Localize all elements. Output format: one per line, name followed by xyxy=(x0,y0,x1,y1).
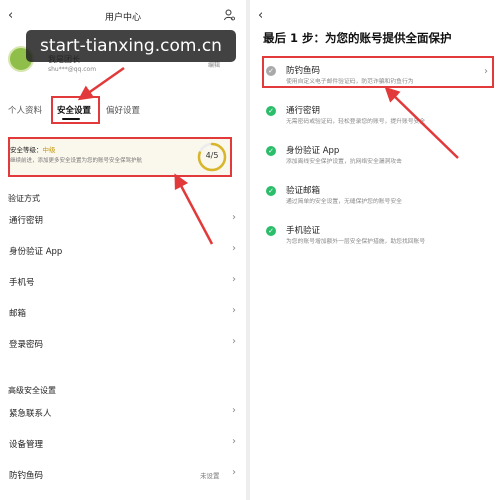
row-label: 通行密钥 xyxy=(9,216,44,226)
row-label: 登录密码 xyxy=(9,340,44,350)
chevron-right-icon: › xyxy=(232,467,236,478)
row-passkey[interactable]: 通行密钥 › xyxy=(0,205,246,235)
advanced-section-header: 高级安全设置 xyxy=(8,386,56,395)
page-title: 用户中心 xyxy=(104,13,141,23)
option-desc: 为您的账号增加额外一层安全保护措施，助您找回账号 xyxy=(286,239,426,245)
chevron-right-icon: › xyxy=(232,305,236,316)
check-mark-icon: ✓ xyxy=(268,187,274,195)
option-desc: 通过简单的安全设置，无缝保护您的账号安全 xyxy=(286,199,402,205)
tab-personal-info[interactable]: 个人资料 xyxy=(8,104,42,116)
tab-preferences[interactable]: 偏好设置 xyxy=(106,104,140,116)
user-settings-icon[interactable] xyxy=(224,9,235,24)
option-verify-email[interactable]: ✓ 验证邮箱 通过简单的安全设置，无缝保护您的账号安全 xyxy=(264,178,496,218)
option-passkey[interactable]: ✓ 通行密钥 无需密码或验证码，轻松登录您的账号，提升账号安全 xyxy=(264,98,496,138)
option-title: 验证邮箱 xyxy=(286,186,321,196)
row-emergency-contact[interactable]: 紧急联系人 › xyxy=(0,398,246,428)
option-phone-verify[interactable]: ✓ 手机验证 为您的账号增加额外一层安全保护措施，助您找回账号 xyxy=(264,218,496,258)
option-title: 手机验证 xyxy=(286,226,321,236)
chevron-right-icon: › xyxy=(232,274,236,285)
option-desc: 添加离线安全保护设置，抗网络安全漏洞攻击 xyxy=(286,159,402,165)
row-label: 设备管理 xyxy=(9,440,44,450)
check-mark-icon: ✓ xyxy=(268,227,274,235)
highlight-box-option xyxy=(262,56,494,88)
verification-section-header: 验证方式 xyxy=(8,194,40,203)
security-score: 4/5 xyxy=(205,151,219,160)
check-mark-icon: ✓ xyxy=(268,107,274,115)
watermark-banner: start-tianxing.com.cn xyxy=(26,30,236,62)
chevron-right-icon: › xyxy=(232,243,236,254)
row-anti-phishing-code[interactable]: 防钓鱼码 未设置 › xyxy=(0,460,246,490)
security-setup-screen: ‹ 最后 1 步：为您的账号提供全面保护 ✓ 防钓鱼码 使用自定义电子邮件验证码… xyxy=(250,0,498,500)
chevron-right-icon: › xyxy=(232,212,236,223)
row-email[interactable]: 邮箱 › xyxy=(0,298,246,328)
setup-title: 最后 1 步：为您的账号提供全面保护 xyxy=(263,31,452,45)
row-label: 身份验证 App xyxy=(9,247,63,257)
row-label: 防钓鱼码 xyxy=(9,471,44,481)
back-chevron-icon[interactable]: ‹ xyxy=(258,8,263,23)
row-label: 手机号 xyxy=(9,278,35,288)
check-mark-icon: ✓ xyxy=(268,147,274,155)
security-level-desc: 继续前进，添加更多安全设置为您的账号安全保驾护航 xyxy=(10,158,143,164)
chevron-right-icon: › xyxy=(232,336,236,347)
option-desc: 无需密码或验证码，轻松登录您的账号，提升账号安全 xyxy=(286,119,426,125)
row-phone[interactable]: 手机号 › xyxy=(0,267,246,297)
option-title: 身份验证 App xyxy=(286,146,340,156)
security-level-text: 安全等级：中级 xyxy=(10,144,56,154)
security-level-label: 安全等级： xyxy=(10,146,43,154)
row-login-password[interactable]: 登录密码 › xyxy=(0,329,246,359)
row-authenticator-app[interactable]: 身份验证 App › xyxy=(0,236,246,266)
row-label: 紧急联系人 xyxy=(9,409,52,419)
row-value: 未设置 xyxy=(200,472,220,480)
user-center-screen: ‹ 用户中心 我是团长 shu***@qq.com 编辑 个人资料 安全设置 偏… xyxy=(0,0,246,500)
row-label: 邮箱 xyxy=(9,309,27,319)
option-authenticator-app[interactable]: ✓ 身份验证 App 添加离线安全保护设置，抗网络安全漏洞攻击 xyxy=(264,138,496,178)
profile-email: shu***@qq.com xyxy=(48,66,97,73)
highlight-box-tab xyxy=(51,96,100,124)
row-device-management[interactable]: 设备管理 › xyxy=(0,429,246,459)
chevron-right-icon: › xyxy=(232,405,236,416)
chevron-right-icon: › xyxy=(232,436,236,447)
security-level-value: 中级 xyxy=(42,146,56,154)
option-title: 通行密钥 xyxy=(286,106,321,116)
